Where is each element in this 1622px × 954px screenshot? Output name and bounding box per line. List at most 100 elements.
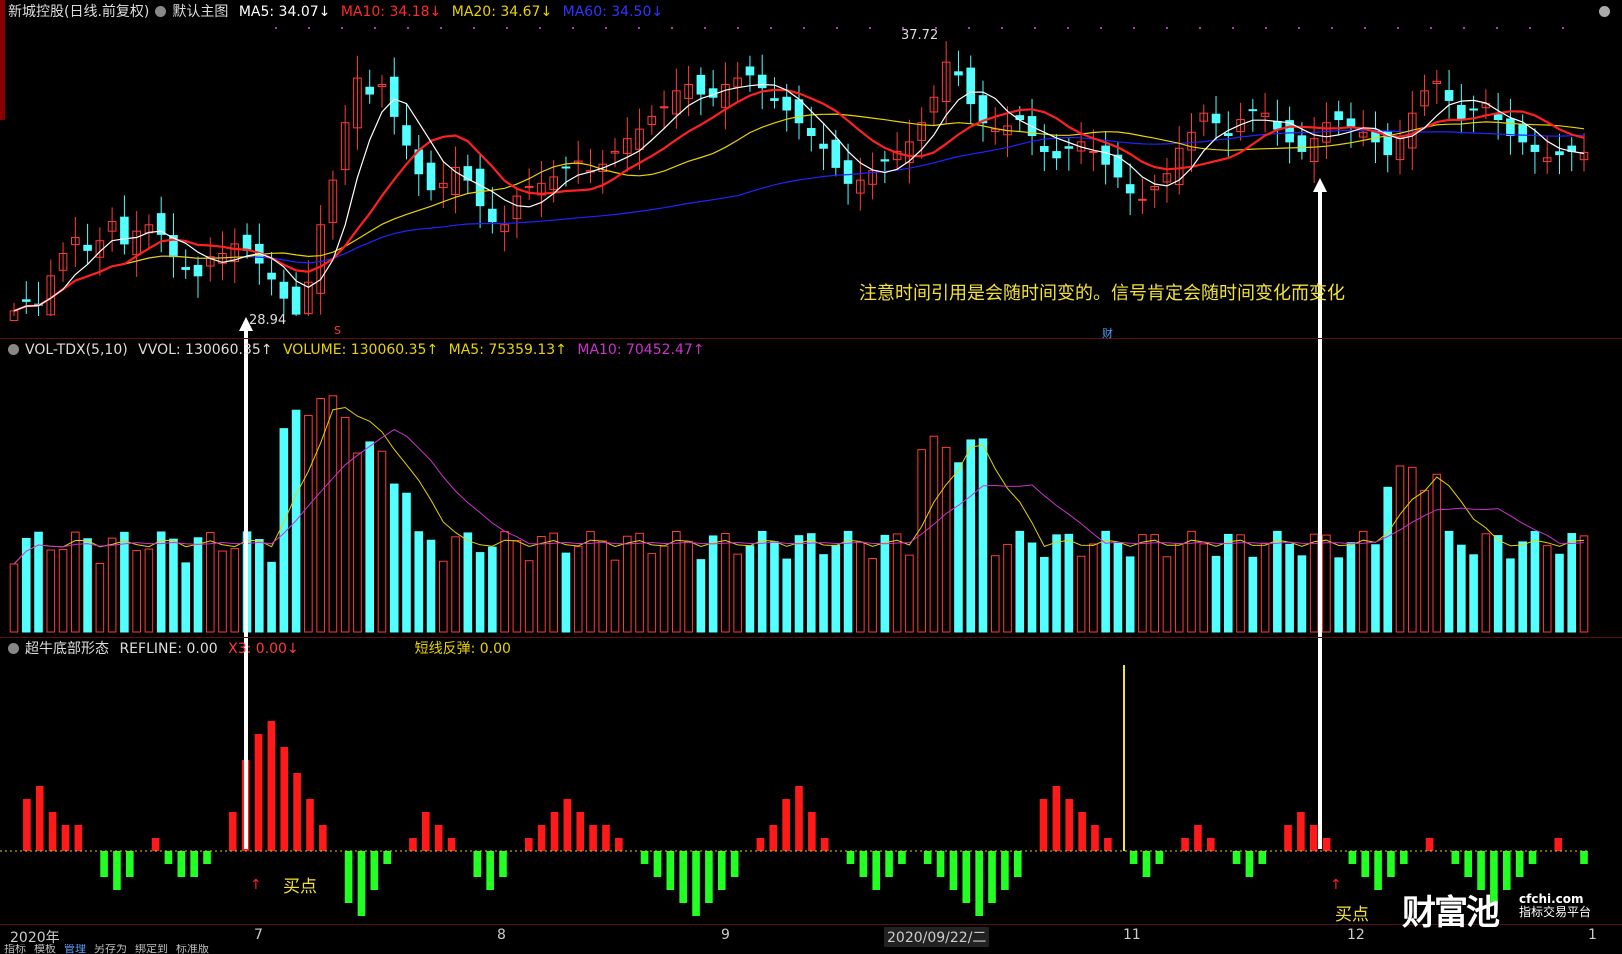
volume-bar xyxy=(218,550,227,633)
indicator-bar xyxy=(730,851,739,877)
volume-bar xyxy=(696,559,706,633)
top-marker-dot xyxy=(1067,27,1069,29)
indicator-bar xyxy=(23,799,31,851)
volume-bar xyxy=(304,415,313,633)
volume-bar xyxy=(990,555,1000,633)
volume-bar xyxy=(1064,533,1074,633)
indicator-bar xyxy=(1258,851,1267,864)
indicator-bar xyxy=(74,825,83,851)
top-marker-dot xyxy=(1100,27,1102,29)
template-toggle-icon[interactable] xyxy=(155,6,167,17)
stock-chart-canvas[interactable]: ↑ ↑ xyxy=(0,0,1622,954)
volume-bar xyxy=(573,546,583,633)
volume-bar xyxy=(1248,556,1258,633)
top-marker-dot xyxy=(275,27,277,29)
volume-bar xyxy=(389,483,399,633)
indicator-bar xyxy=(1554,838,1563,851)
footer-item-save-as[interactable]: 另存为 xyxy=(94,944,127,954)
footer-item-standard[interactable]: 标准版 xyxy=(176,944,209,954)
volume-bar xyxy=(1346,542,1356,633)
footer-item-indicator[interactable]: 指标 xyxy=(4,944,26,954)
low-price-label: 28.94 xyxy=(249,313,287,328)
volume-bar xyxy=(954,462,963,633)
top-marker-dot xyxy=(1166,27,1168,29)
indicator-bar xyxy=(203,851,211,864)
brand-logo: 财富池 xyxy=(1402,893,1500,933)
volume-bar xyxy=(120,531,129,633)
template-name[interactable]: 默认主图 xyxy=(172,4,228,20)
candle-body xyxy=(1089,150,1098,153)
candle-body xyxy=(1444,90,1454,101)
candle-body xyxy=(757,74,767,89)
volume-bar xyxy=(843,530,853,633)
volume-value: VOLUME: 130060.35↑ xyxy=(282,342,439,358)
volume-bar xyxy=(610,559,620,633)
stock-name[interactable]: 新城控股(日线.前复权) xyxy=(8,4,149,20)
candle-body xyxy=(1125,184,1135,194)
volume-bar xyxy=(672,531,681,633)
indicator-bar xyxy=(1580,851,1588,864)
indicator-bar xyxy=(962,851,971,903)
indicator-bar xyxy=(923,851,932,864)
candle-body xyxy=(463,166,473,181)
footer-item-manage[interactable]: 管理 xyxy=(64,944,86,954)
top-marker-dot xyxy=(341,27,343,29)
candle-body xyxy=(1040,146,1049,152)
vol-ma10-value: MA10: 70452.47↑ xyxy=(577,342,705,358)
indicator-bar xyxy=(61,825,70,851)
volume-bar xyxy=(549,532,558,633)
volume-bar xyxy=(1420,489,1429,633)
candle-body xyxy=(659,106,669,109)
indicator-bar xyxy=(640,851,649,864)
footer-item-template[interactable]: 模板 xyxy=(34,944,56,954)
volume-bar xyxy=(524,560,534,633)
top-marker-dot xyxy=(1562,27,1564,29)
indicator-name[interactable]: 超牛底部形态 xyxy=(25,641,109,657)
candle-body xyxy=(1457,104,1466,121)
volume-bar xyxy=(169,538,178,633)
indicator-bar xyxy=(1194,825,1202,851)
volume-bar xyxy=(500,531,509,633)
volume-bar xyxy=(684,540,693,633)
volume-bar xyxy=(1199,543,1209,633)
indicator-bar xyxy=(164,851,173,864)
top-marker-dot xyxy=(968,27,970,29)
top-marker-dot xyxy=(1199,27,1201,29)
volume-bar xyxy=(1223,533,1233,633)
annotation-note: 注意时间引用是会随时间变的。信号肯定会随时间变化而变化 xyxy=(859,283,1345,304)
indicator-bar xyxy=(319,825,327,851)
indicator-toggle-icon[interactable] xyxy=(8,643,19,654)
volume-bar xyxy=(1113,542,1123,633)
volume-bar xyxy=(71,531,80,633)
indicator-bar xyxy=(344,851,353,903)
candle-body xyxy=(475,168,485,207)
brand-tagline: 指标交易平台 xyxy=(1519,905,1592,919)
top-marker-dot xyxy=(1496,27,1498,29)
close-icon[interactable] xyxy=(1599,6,1610,17)
volume-bar xyxy=(1273,530,1282,633)
volume-toggle-icon[interactable] xyxy=(8,344,19,355)
top-marker-dot xyxy=(1430,27,1432,29)
volume-bar xyxy=(598,540,608,633)
indicator-bar xyxy=(1039,799,1048,851)
footer-item-bind-to[interactable]: 绑定到 xyxy=(135,944,168,954)
top-marker-dot xyxy=(737,27,739,29)
indicator-bar xyxy=(1013,851,1022,877)
ma60-line xyxy=(13,129,1585,312)
volume-bar xyxy=(230,548,240,633)
volume-bar xyxy=(1334,557,1343,633)
indicator-panel-title: 超牛底部形态 REFLINE: 0.00 X3: 0.00↓ 短线反弹: 0.0… xyxy=(8,638,517,660)
top-marker-dot xyxy=(1034,27,1036,29)
volume-indicator-name[interactable]: VOL-TDX(5,10) xyxy=(25,342,128,358)
volume-bar xyxy=(868,558,877,633)
high-price-label: 37.72 xyxy=(901,28,939,43)
volume-panel-title: VOL-TDX(5,10) VVOL: 130060.35↑ VOLUME: 1… xyxy=(8,339,711,361)
indicator-bar xyxy=(898,851,906,864)
indicator-bar xyxy=(434,825,443,851)
indicator-bar xyxy=(524,838,533,851)
volume-bar xyxy=(34,531,43,633)
candle-body xyxy=(1211,113,1221,124)
indicator-bar xyxy=(537,825,546,851)
indicator-bar xyxy=(447,838,456,851)
volume-bar xyxy=(1297,555,1307,633)
